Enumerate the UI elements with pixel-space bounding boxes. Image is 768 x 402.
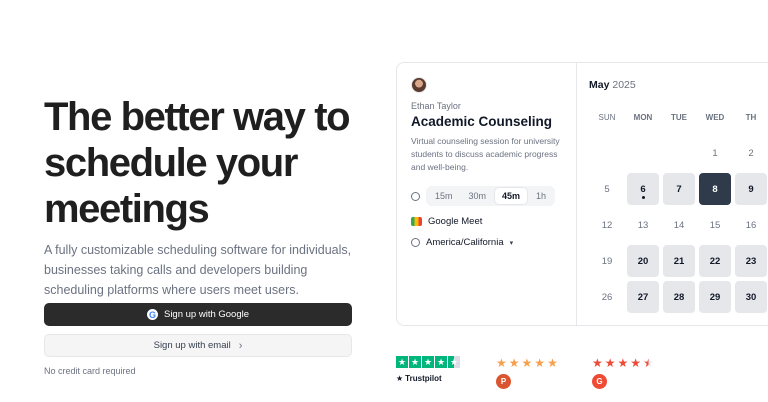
calendar-day-available[interactable]: 23 bbox=[735, 245, 767, 277]
calendar-day: 2 bbox=[748, 147, 754, 159]
trustpilot-star-icon: ★ bbox=[396, 374, 404, 383]
star-icon: ★ bbox=[496, 356, 507, 370]
duration-row: 15m 30m 45m 1h bbox=[411, 186, 562, 206]
calendar-day-available[interactable]: 30 bbox=[735, 281, 767, 313]
calendar-day: 16 bbox=[745, 219, 757, 231]
duration-selector: 15m 30m 45m 1h bbox=[426, 186, 556, 206]
calendar-day-available[interactable]: 27 bbox=[627, 281, 659, 313]
timezone-select[interactable]: America/California bbox=[426, 237, 504, 248]
weekday-header: SUN MON TUE WED TH bbox=[589, 113, 768, 122]
star-icon: ★ bbox=[521, 356, 533, 370]
host-name: Ethan Taylor bbox=[411, 101, 461, 111]
duration-option[interactable]: 1h bbox=[529, 188, 553, 204]
calendar-day-available[interactable]: 7 bbox=[663, 173, 695, 205]
duration-option[interactable]: 30m bbox=[462, 188, 494, 204]
no-credit-card-note: No credit card required bbox=[44, 366, 136, 376]
g2-icon: G bbox=[592, 374, 607, 389]
calendar-day: 5 bbox=[604, 183, 610, 195]
calendar-day-available[interactable]: 22 bbox=[699, 245, 731, 277]
event-title: Academic Counseling bbox=[411, 114, 553, 129]
star-icon: ★ bbox=[534, 356, 546, 370]
sign-up-email-button[interactable]: Sign up with email › bbox=[44, 334, 352, 357]
duration-option[interactable]: 15m bbox=[428, 188, 460, 204]
half-star-icon: ★ bbox=[643, 356, 654, 370]
calendar: May 2025 SUN MON TUE WED TH 1 2 5 6 7 8 9 12 13 14 15 1… bbox=[577, 63, 768, 325]
star-icon: ★ bbox=[592, 356, 603, 370]
timezone-row[interactable]: America/California ▾ bbox=[411, 237, 562, 248]
calendar-day: 1 bbox=[712, 147, 718, 159]
calendar-day bbox=[591, 137, 623, 169]
hero-headline: The better way to schedule your meetings bbox=[44, 94, 374, 232]
trustpilot-stars: ★ ★ ★ ★ ★ bbox=[396, 356, 460, 368]
clock-icon bbox=[411, 191, 420, 201]
weekday-label: SUN bbox=[598, 113, 616, 122]
star-icon: ★ bbox=[422, 356, 434, 368]
g2-rating: ★ ★ ★ ★ ★ G bbox=[592, 356, 654, 389]
star-icon: ★ bbox=[547, 356, 558, 370]
weekday-label: WED bbox=[705, 113, 725, 122]
calendar-day: 12 bbox=[601, 219, 613, 231]
weekday-label: TH bbox=[745, 113, 757, 122]
booking-widget: Ethan Taylor Academic Counseling Virtual… bbox=[396, 62, 768, 326]
chevron-right-icon: › bbox=[238, 339, 243, 352]
star-icon: ★ bbox=[435, 356, 447, 368]
calendar-day-available[interactable]: 21 bbox=[663, 245, 695, 277]
globe-icon bbox=[411, 238, 420, 247]
calendar-day: 13 bbox=[637, 219, 649, 231]
trustpilot-rating: ★ ★ ★ ★ ★ ★ Trustpilot bbox=[396, 356, 460, 383]
calendar-month: May 2025 bbox=[589, 79, 636, 91]
location-row: Google Meet bbox=[411, 216, 562, 227]
calendar-day bbox=[627, 137, 659, 169]
calendar-day-available[interactable]: 20 bbox=[627, 245, 659, 277]
today-indicator bbox=[641, 196, 645, 199]
weekday-label: MON bbox=[633, 113, 653, 122]
calendar-day: 15 bbox=[709, 219, 721, 231]
star-icon: ★ bbox=[604, 356, 616, 370]
producthunt-stars: ★ ★ ★ ★ ★ bbox=[496, 356, 558, 370]
sign-up-google-button[interactable]: G Sign up with Google bbox=[44, 303, 352, 326]
weekday-label: TUE bbox=[671, 113, 687, 122]
star-icon: ★ bbox=[617, 356, 629, 370]
google-meet-icon bbox=[411, 217, 422, 226]
g2-stars: ★ ★ ★ ★ ★ bbox=[592, 356, 654, 370]
producthunt-icon: P bbox=[496, 374, 511, 389]
page-title: The better way to schedule your meetings bbox=[44, 95, 351, 231]
duration-option-selected[interactable]: 45m bbox=[495, 188, 528, 204]
event-details: Ethan Taylor Academic Counseling Virtual… bbox=[397, 63, 577, 325]
calendar-day-available[interactable]: 6 bbox=[627, 173, 659, 205]
calendar-day-available[interactable]: 29 bbox=[699, 281, 731, 313]
chevron-down-icon: ▾ bbox=[509, 239, 514, 247]
calendar-grid: 1 2 5 6 7 8 9 12 13 14 15 16 19 20 21 22 23 26 27 28 29 30 bbox=[589, 135, 768, 315]
producthunt-rating: ★ ★ ★ ★ ★ P bbox=[496, 356, 558, 389]
calendar-day: 19 bbox=[601, 255, 613, 267]
trustpilot-logo: ★ Trustpilot bbox=[396, 374, 442, 383]
hero-subtitle: A fully customizable scheduling software… bbox=[44, 243, 352, 297]
calendar-day: 26 bbox=[601, 291, 613, 303]
star-icon: ★ bbox=[396, 356, 408, 368]
calendar-day-available[interactable]: 28 bbox=[663, 281, 695, 313]
star-icon: ★ bbox=[630, 356, 642, 370]
star-icon: ★ bbox=[409, 356, 421, 368]
avatar bbox=[411, 77, 427, 93]
event-description: Virtual counseling session for universit… bbox=[411, 136, 560, 172]
calendar-day: 14 bbox=[673, 219, 685, 231]
google-icon: G bbox=[146, 309, 158, 320]
calendar-day-available[interactable]: 9 bbox=[735, 173, 767, 205]
half-star-icon: ★ bbox=[448, 356, 460, 368]
calendar-day-selected[interactable]: 8 bbox=[699, 173, 731, 205]
star-icon: ★ bbox=[508, 356, 520, 370]
calendar-day bbox=[663, 137, 695, 169]
